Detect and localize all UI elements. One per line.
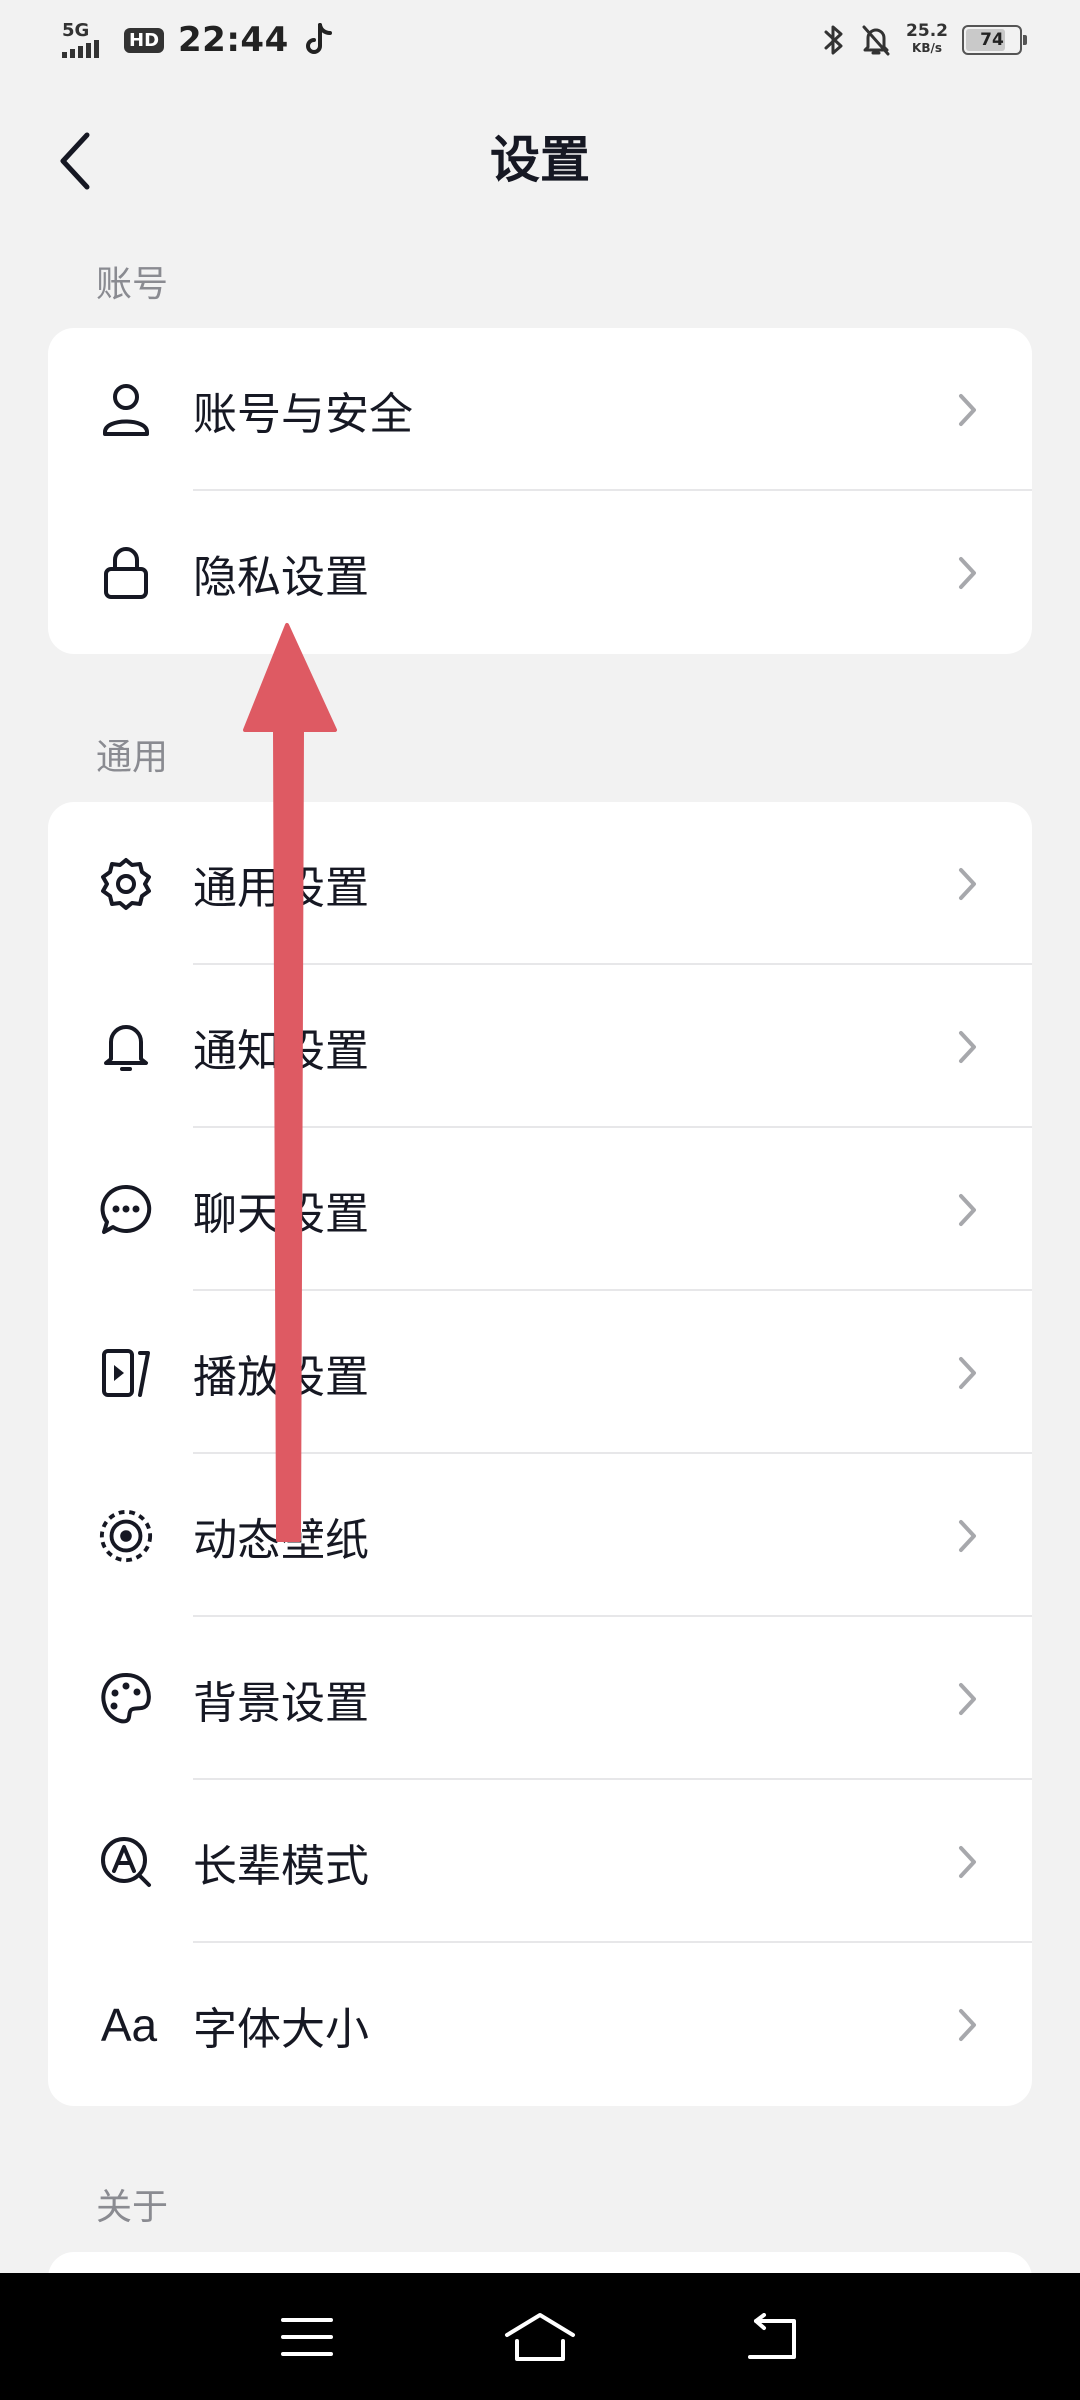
settings-screen: 5G HD 22:44 25.2 KB/s 74 设置 账号 账号与安全 隐私设… [0, 0, 1080, 2400]
system-nav-bar [0, 2273, 1080, 2400]
bluetooth-icon [824, 25, 843, 55]
status-bar-right: 25.2 KB/s 74 [822, 23, 1027, 57]
chevron-right-icon [959, 1519, 976, 1552]
settings-row-font-size[interactable]: Aa 字体大小 [48, 1943, 1032, 2106]
status-time: 22:44 [178, 20, 289, 60]
settings-row-general[interactable]: 通用设置 [48, 802, 1032, 965]
lock-icon [98, 545, 154, 601]
mute-bell-icon [862, 25, 890, 56]
settings-row-label: 字体大小 [193, 2003, 369, 2055]
chevron-right-icon [959, 1356, 976, 1389]
settings-row-privacy[interactable]: 隐私设置 [48, 491, 1032, 654]
general-card: 通用设置 通知设置 [48, 802, 1032, 2106]
page-title: 设置 [490, 131, 590, 189]
settings-row-chat[interactable]: 聊天设置 [48, 1128, 1032, 1291]
chevron-right-icon [959, 1193, 976, 1226]
tiktok-icon [305, 23, 332, 54]
network-type: 5G [62, 20, 90, 41]
account-card: 账号与安全 隐私设置 [48, 328, 1032, 654]
network-rate-value: 25.2 [906, 21, 948, 41]
font-size-glyph: Aa [100, 1998, 158, 2051]
nav-menu-button[interactable] [262, 2302, 352, 2372]
header: 设置 [0, 110, 1080, 210]
play-video-icon [98, 1345, 154, 1401]
nav-back-button[interactable] [728, 2302, 818, 2372]
menu-icon [280, 2317, 333, 2356]
elder-mode-icon [98, 1834, 154, 1890]
settings-row-label: 账号与安全 [193, 388, 413, 440]
user-icon [98, 382, 154, 438]
network-rate-unit: KB/s [912, 41, 943, 55]
settings-row-label: 长辈模式 [193, 1840, 369, 1892]
chevron-right-icon [959, 556, 976, 589]
home-icon [504, 2312, 575, 2361]
hd-badge: HD [124, 27, 165, 53]
signal-group: 5G [62, 22, 110, 58]
nav-home-button[interactable] [495, 2302, 585, 2372]
chevron-right-icon [959, 1845, 976, 1878]
section-label-account: 账号 [96, 264, 169, 305]
signal-icon [62, 40, 99, 58]
chevron-right-icon [959, 393, 976, 426]
bell-icon [98, 1019, 154, 1075]
settings-row-playback[interactable]: 播放设置 [48, 1291, 1032, 1454]
battery-level: 74 [980, 30, 1004, 50]
section-label-about: 关于 [96, 2187, 169, 2228]
chat-bubble-icon [98, 1182, 154, 1238]
palette-icon [98, 1671, 154, 1727]
settings-row-background[interactable]: 背景设置 [48, 1617, 1032, 1780]
settings-row-account-security[interactable]: 账号与安全 [48, 328, 1032, 491]
return-icon [748, 2312, 797, 2359]
settings-row-label: 背景设置 [193, 1677, 369, 1729]
font-size-icon: Aa [94, 1997, 164, 2053]
chevron-right-icon [959, 1030, 976, 1063]
network-rate: 25.2 KB/s [906, 23, 948, 57]
settings-row-live-wallpaper[interactable]: 动态壁纸 [48, 1454, 1032, 1617]
live-wallpaper-icon [98, 1508, 154, 1564]
battery-icon: 74 [962, 25, 1027, 55]
chevron-right-icon [959, 2008, 976, 2041]
status-bar: 5G HD 22:44 25.2 KB/s 74 [0, 0, 1080, 80]
swipe-up-arrow-icon [243, 623, 337, 1542]
gear-icon [98, 856, 154, 912]
status-bar-left: 5G HD 22:44 [62, 20, 333, 60]
chevron-right-icon [959, 1682, 976, 1715]
settings-row-elder-mode[interactable]: 长辈模式 [48, 1780, 1032, 1943]
settings-row-label: 隐私设置 [193, 551, 369, 603]
section-label-general: 通用 [96, 737, 169, 778]
settings-row-notification[interactable]: 通知设置 [48, 965, 1032, 1128]
chevron-right-icon [959, 867, 976, 900]
